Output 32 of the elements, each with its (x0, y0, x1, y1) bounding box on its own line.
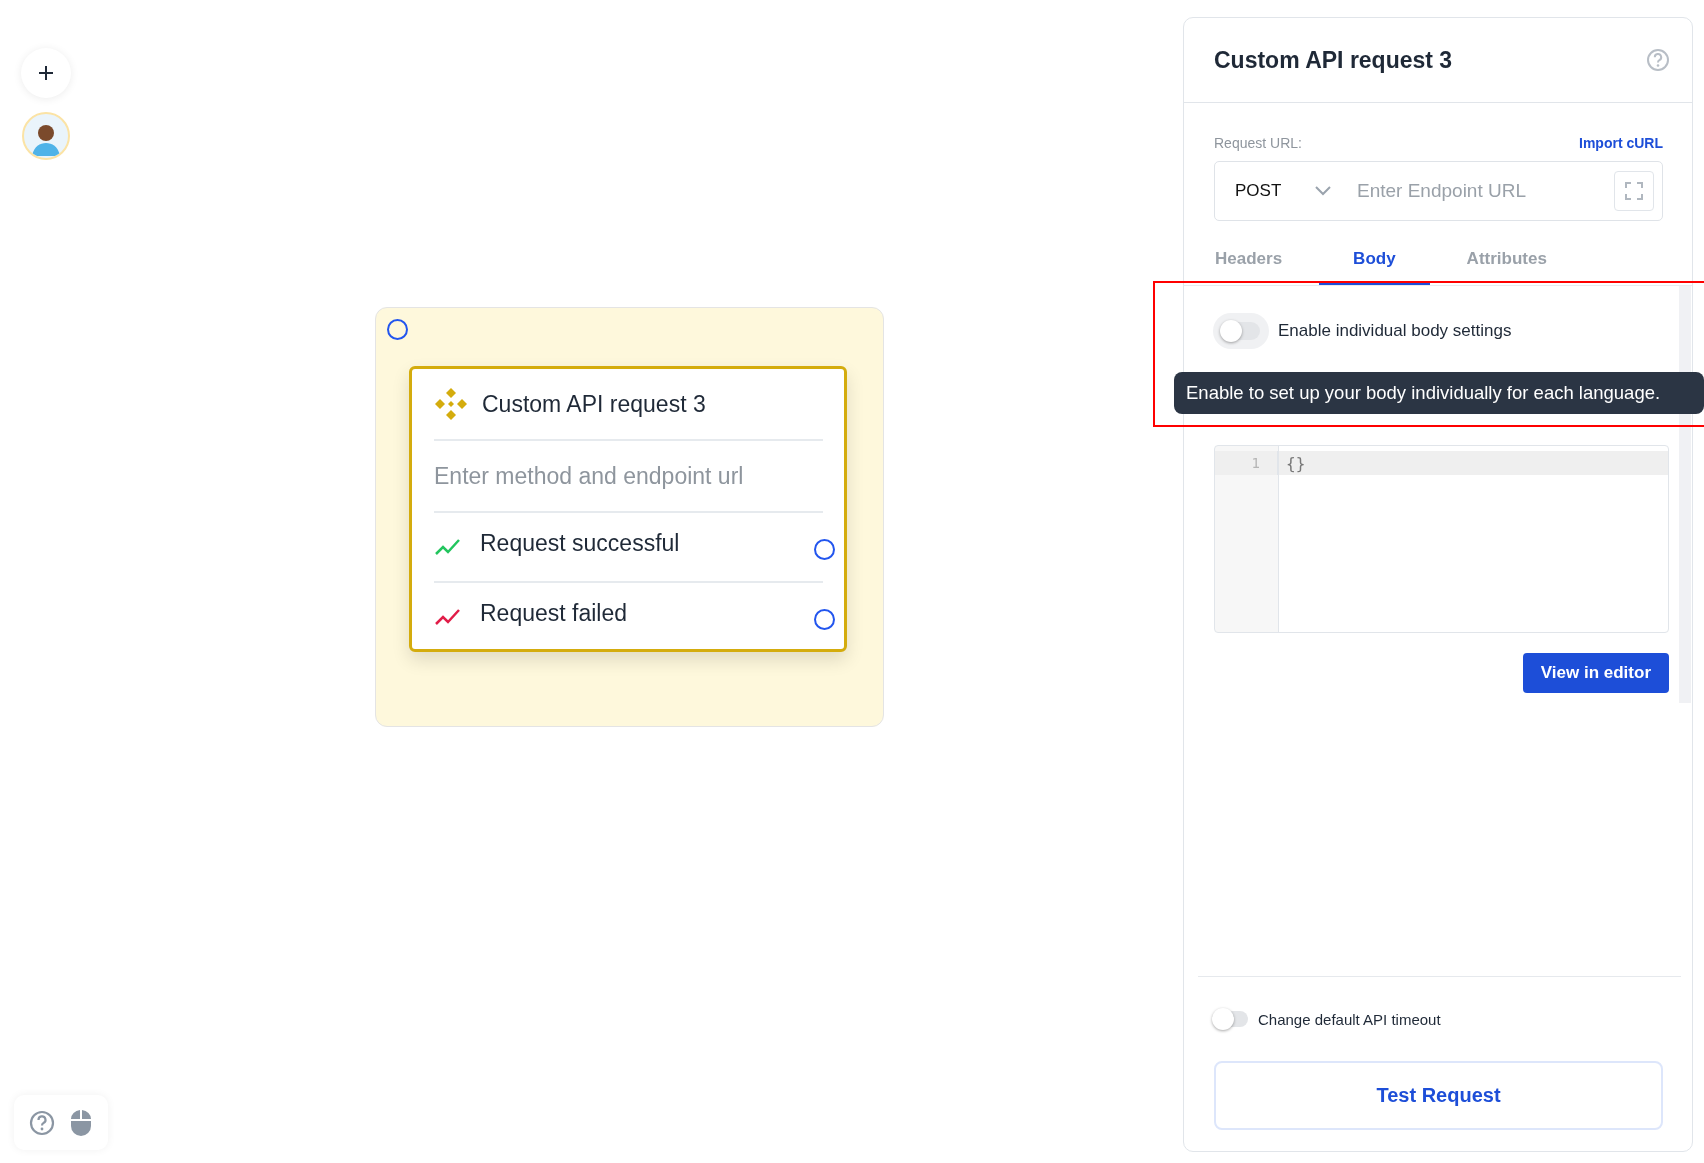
code-line: {} (1285, 453, 1306, 473)
toggle-switch[interactable] (1214, 1011, 1248, 1027)
trend-up-icon (434, 537, 462, 557)
diamond-logo-icon (434, 387, 468, 421)
chevron-down-icon (1315, 186, 1332, 196)
endpoint-placeholder: Enter method and endpoint url (434, 441, 823, 513)
mouse-icon[interactable] (69, 1108, 93, 1137)
field-label: Request URL: (1214, 135, 1302, 151)
node-title: Custom API request 3 (482, 390, 706, 418)
expand-icon (1625, 182, 1643, 200)
plus-icon (38, 65, 54, 81)
test-request-button[interactable]: Test Request (1214, 1061, 1663, 1130)
tooltip: Enable to set up your body individually for each language. (1174, 372, 1704, 414)
toggle-label: Enable individual body settings (1278, 321, 1512, 341)
import-link[interactable]: Import cURL (1579, 135, 1663, 151)
code-editor[interactable]: 1 {} (1214, 445, 1669, 633)
line-number: 1 (1215, 451, 1278, 475)
toggle-label: Change default API timeout (1258, 1010, 1441, 1028)
output-label: Request failed (480, 599, 628, 627)
method-dropdown[interactable]: POST (1235, 181, 1355, 201)
node-card[interactable]: Custom API request 3 Enter method and endpoint url Request successful Request failed (409, 366, 847, 652)
view-in-editor-button[interactable]: View in editor (1522, 653, 1669, 693)
endpoint-url-input[interactable]: Enter Endpoint URL (1355, 179, 1614, 203)
tab[interactable]: Body (1319, 237, 1430, 285)
avatar[interactable] (22, 112, 70, 160)
trend-line-icon (434, 607, 462, 627)
panel-title: Custom API request 3 (1214, 46, 1453, 74)
connector-port[interactable] (814, 609, 835, 630)
output-label: Request successful (480, 529, 680, 557)
help-icon[interactable] (29, 1109, 55, 1136)
connector-port[interactable] (814, 539, 835, 560)
connector-port[interactable] (387, 319, 408, 340)
